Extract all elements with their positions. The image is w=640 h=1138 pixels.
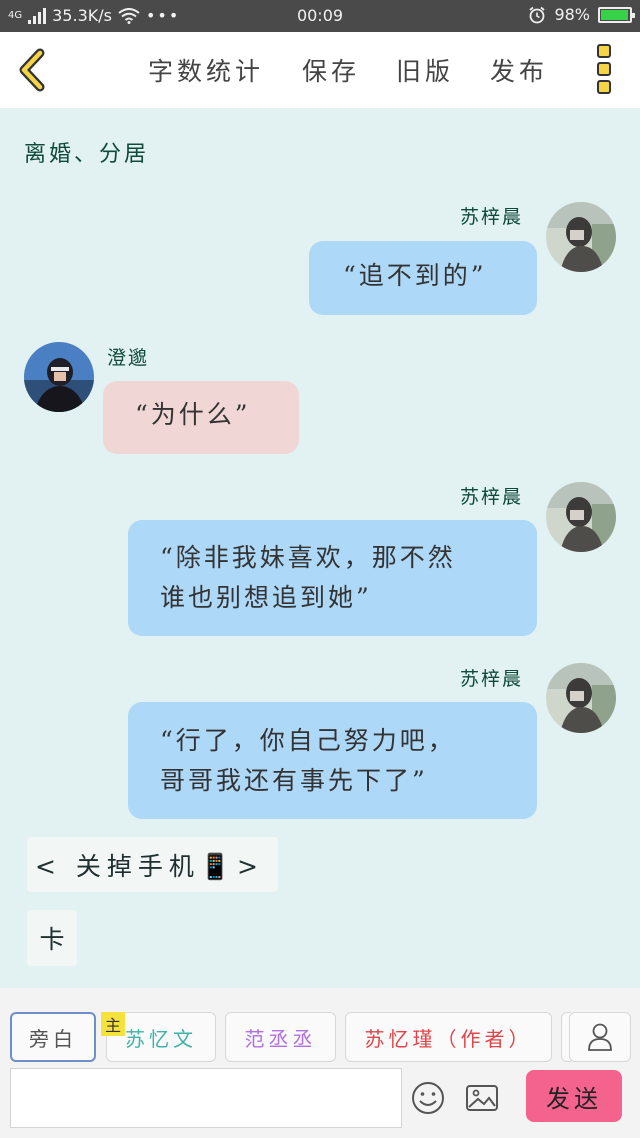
role-label: 苏忆瑾（作者） — [364, 1026, 533, 1051]
message-text: “追不到的” — [343, 261, 487, 290]
role-chip-fan-chengcheng[interactable]: 范丞丞 — [225, 1012, 336, 1062]
narration-box: < 关掉手机📱> — [27, 837, 278, 892]
battery-percent: 98% — [554, 5, 590, 24]
status-bar: 4G 35.3K/s ••• 00:09 98% — [0, 0, 640, 32]
composer: 旁白 苏忆文 主 范丞丞 苏忆瑾（作者） 发送 — [0, 988, 640, 1138]
role-chip-narrator[interactable]: 旁白 — [10, 1012, 96, 1062]
top-app-bar: 字数统计 保存 旧版 发布 — [0, 32, 640, 108]
avatar[interactable] — [546, 482, 616, 552]
message-bubble: “追不到的” — [309, 241, 537, 315]
avatar[interactable] — [24, 342, 94, 412]
narration-box: 卡 — [27, 910, 77, 966]
message-text: “行了，你自己努力吧， — [160, 726, 456, 755]
sender-name: 苏梓晨 — [460, 206, 524, 228]
send-label: 发送 — [546, 1084, 602, 1113]
more-icon[interactable] — [592, 44, 616, 98]
publish-button[interactable]: 发布 — [490, 52, 548, 88]
main-role-badge: 主 — [101, 1012, 125, 1036]
sender-name: 澄邈 — [107, 347, 150, 369]
message-text: “除非我妹喜欢，那不然 — [160, 543, 456, 572]
narration-text: 卡 — [39, 925, 65, 954]
message-bubble: “为什么” — [103, 381, 299, 454]
image-icon[interactable] — [464, 1080, 500, 1116]
message-bubble: “除非我妹喜欢，那不然 谁也别想追到她” — [128, 520, 537, 636]
role-label: 范丞丞 — [244, 1026, 317, 1051]
message-bubble: “行了，你自己努力吧， 哥哥我还有事先下了” — [128, 702, 537, 819]
save-button[interactable]: 保存 — [302, 52, 360, 88]
message-text: “为什么” — [135, 400, 251, 429]
add-role-button[interactable] — [569, 1012, 631, 1062]
role-label: 苏忆文 — [125, 1026, 197, 1051]
sender-name: 苏梓晨 — [460, 486, 524, 508]
role-label: 旁白 — [29, 1026, 77, 1051]
send-button[interactable]: 发送 — [526, 1070, 622, 1122]
emoji-icon[interactable] — [410, 1080, 446, 1116]
chapter-title: 离婚、分居 — [24, 142, 150, 167]
old-version-button[interactable]: 旧版 — [396, 52, 454, 88]
narration-text: < 关掉手机📱> — [35, 851, 264, 881]
word-count-button[interactable]: 字数统计 — [148, 52, 264, 88]
role-chip-su-yijin[interactable]: 苏忆瑾（作者） — [345, 1012, 552, 1062]
message-text: 谁也别想追到她” — [160, 583, 372, 612]
avatar[interactable] — [546, 202, 616, 272]
message-input[interactable] — [10, 1068, 402, 1128]
alarm-icon — [529, 6, 546, 23]
sender-name: 苏梓晨 — [460, 668, 524, 690]
message-text: 哥哥我还有事先下了” — [160, 766, 428, 795]
avatar[interactable] — [546, 663, 616, 733]
back-icon[interactable] — [14, 48, 54, 92]
person-icon — [588, 1023, 612, 1051]
battery-icon — [598, 6, 635, 23]
